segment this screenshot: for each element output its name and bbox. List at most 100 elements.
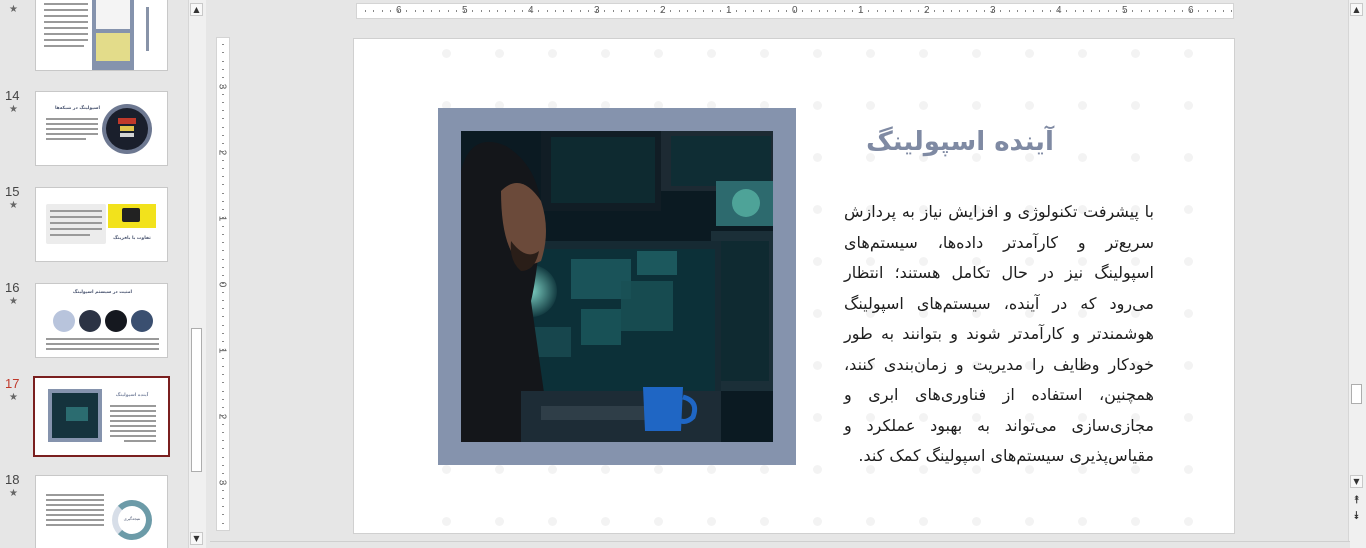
background-dot: [813, 465, 822, 474]
background-dot: [866, 517, 875, 526]
ruler-tick: [1165, 10, 1166, 12]
ruler-tick: [456, 10, 457, 12]
ruler-tick: [1091, 10, 1092, 12]
ruler-tick: [613, 10, 614, 12]
background-dot: [919, 517, 928, 526]
ruler-tick: [778, 10, 779, 12]
ruler-tick: [1075, 10, 1076, 12]
ruler-tick: [448, 10, 449, 12]
background-dot: [1184, 101, 1193, 110]
ruler-tick: [431, 10, 432, 12]
previous-slide-icon[interactable]: ⯭: [1350, 494, 1363, 507]
horizontal-scroll-area[interactable]: [210, 541, 1350, 548]
background-dot: [919, 101, 928, 110]
background-dot: [1078, 49, 1087, 58]
background-dot: [1025, 101, 1034, 110]
thumbnail-title: تفاوت با بافرینگ: [113, 236, 151, 241]
background-dot: [760, 49, 769, 58]
ruler-tick: [571, 10, 572, 12]
hacker-photo-illustration: [461, 131, 773, 442]
ruler-tick: [481, 10, 482, 12]
scroll-thumb[interactable]: [1351, 384, 1362, 404]
scroll-down-icon[interactable]: ▼: [1350, 475, 1363, 488]
slide-number: 16: [5, 280, 20, 295]
background-dot: [813, 309, 822, 318]
slide-thumbnail-15[interactable]: تفاوت با بافرینگ: [35, 187, 168, 262]
vertical-ruler[interactable]: 3210123: [216, 37, 230, 531]
image-frame[interactable]: [438, 108, 796, 465]
background-dot: [548, 465, 557, 474]
ruler-tick: [398, 10, 399, 12]
ruler-tick: [222, 366, 224, 367]
ruler-tick: [222, 61, 224, 62]
ruler-tick: [910, 10, 911, 12]
ruler-tick: [646, 10, 647, 12]
ruler-tick: [901, 10, 902, 12]
slide-thumbnail-16[interactable]: امنیت در سیستم اسپولینگ: [35, 283, 168, 358]
background-dot: [1184, 517, 1193, 526]
ruler-tick: [868, 10, 869, 12]
ruler-tick: [637, 10, 638, 12]
thumbnail-scrollbar[interactable]: ▲ ▼: [188, 0, 206, 548]
ruler-tick: [893, 10, 894, 12]
ruler-tick: [827, 10, 828, 12]
ruler-tick: [464, 10, 465, 12]
scroll-down-icon[interactable]: ▼: [190, 532, 203, 545]
animation-star-icon: ★: [9, 488, 18, 499]
animation-star-icon: ★: [9, 104, 18, 115]
background-dot: [1184, 465, 1193, 474]
background-dot: [760, 465, 769, 474]
scroll-thumb[interactable]: [191, 328, 202, 472]
ruler-tick: [1190, 10, 1191, 12]
slide-title[interactable]: آینده اسپولینگ: [834, 127, 1086, 157]
slide-number: 17: [5, 376, 20, 391]
slide-thumbnail-18[interactable]: نتیجه‌گیری: [35, 475, 168, 548]
slide-thumbnail-13[interactable]: [35, 0, 168, 71]
ruler-tick: [918, 10, 919, 12]
ruler-tick: [1066, 10, 1067, 12]
ruler-tick: [679, 10, 680, 12]
ruler-tick: [222, 201, 224, 202]
background-dot: [601, 465, 610, 474]
background-dot: [813, 413, 822, 422]
slide-thumbnail-17-selected[interactable]: آینده اسپولینگ: [33, 376, 170, 457]
ruler-tick: [222, 407, 224, 408]
ruler-tick: [670, 10, 671, 12]
ruler-tick: [222, 110, 224, 111]
background-dot: [1184, 309, 1193, 318]
background-dot: [813, 49, 822, 58]
slide-canvas[interactable]: آینده اسپولینگ با پیشرفت تکنولوژی و افزا…: [353, 38, 1235, 534]
ruler-tick: [1198, 10, 1199, 12]
scroll-up-icon[interactable]: ▲: [1350, 3, 1363, 16]
horizontal-ruler[interactable]: 6543210123456: [356, 3, 1234, 19]
slide-thumbnail-14[interactable]: اسپولینگ در شبکه‌ها: [35, 91, 168, 166]
ruler-tick: [222, 349, 224, 350]
ruler-tick: [604, 10, 605, 12]
slide-scrollbar[interactable]: ▲ ▼ ⯭ ⯯: [1348, 0, 1366, 548]
ruler-tick: [222, 473, 224, 474]
background-dot: [654, 517, 663, 526]
ruler-tick: [1157, 10, 1158, 12]
ruler-tick: [596, 10, 597, 12]
ruler-tick: [222, 382, 224, 383]
scroll-up-icon[interactable]: ▲: [190, 3, 203, 16]
next-slide-icon[interactable]: ⯯: [1350, 510, 1363, 523]
background-dot: [760, 517, 769, 526]
background-dot: [972, 49, 981, 58]
ruler-tick: [222, 176, 224, 177]
ruler-tick: [1149, 10, 1150, 12]
ruler-tick: [222, 102, 224, 103]
hacker-photo[interactable]: [461, 131, 773, 442]
ruler-tick: [547, 10, 548, 12]
ruler-tick: [222, 135, 224, 136]
ruler-tick: [222, 77, 224, 78]
background-dot: [866, 49, 875, 58]
slide-number: 14: [5, 88, 20, 103]
ruler-tick: [943, 10, 944, 12]
ruler-tick: [222, 506, 224, 507]
slide-body-text[interactable]: با پیشرفت تکنولوژی و افزایش نیاز به پردا…: [844, 197, 1154, 472]
background-dot: [495, 465, 504, 474]
ruler-tick: [514, 10, 515, 12]
ruler-tick: [885, 10, 886, 12]
ruler-tick: [222, 424, 224, 425]
